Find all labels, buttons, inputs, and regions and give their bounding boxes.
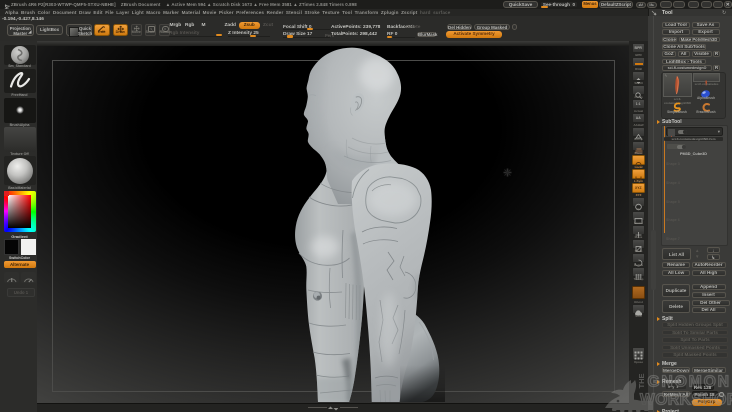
svg-text:THE: THE [637,374,646,389]
svg-text:WORKSHOP: WORKSHOP [640,392,732,409]
svg-text:GNOMON: GNOMON [648,374,731,391]
